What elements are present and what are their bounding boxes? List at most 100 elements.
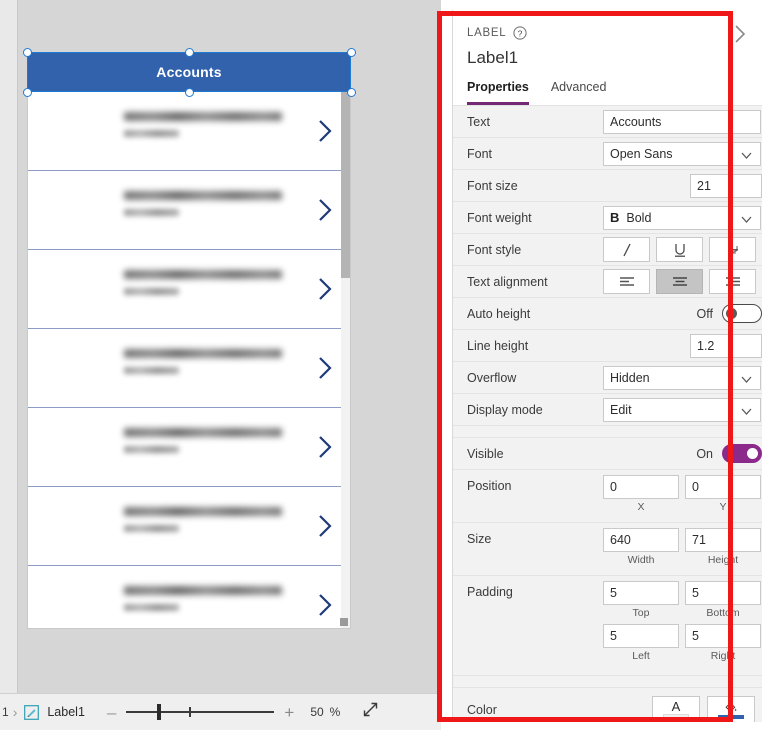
app-canvas-area[interactable]: Accounts: [0, 0, 452, 693]
position-x-input[interactable]: 0: [603, 475, 679, 499]
line-height-input[interactable]: 1.2: [690, 333, 762, 358]
padding-top-input[interactable]: 5: [603, 581, 679, 605]
chevron-right-icon[interactable]: [317, 276, 334, 302]
property-row-size: Size 640 Width 71 Height: [453, 523, 762, 576]
app-header-label[interactable]: Accounts: [28, 53, 350, 91]
chevron-right-icon[interactable]: [317, 197, 334, 223]
property-label-overflow: Overflow: [467, 370, 517, 385]
paint-bucket-glyph: [725, 701, 737, 712]
list-item-text: [124, 270, 282, 295]
list-item[interactable]: [28, 171, 350, 250]
list-item[interactable]: [28, 408, 350, 487]
list-item-title: [124, 586, 282, 595]
list-item-title: [124, 191, 282, 200]
overflow-dropdown[interactable]: Hidden: [603, 365, 761, 390]
property-row-overflow: Overflow Hidden: [453, 362, 762, 394]
size-width-input[interactable]: 640: [603, 528, 679, 552]
list-item[interactable]: [28, 566, 350, 628]
padding-left-input[interactable]: 5: [603, 624, 679, 648]
display-mode-dropdown[interactable]: Edit: [603, 397, 761, 422]
fit-to-screen-icon[interactable]: [362, 701, 379, 723]
resize-handle-bottom-center[interactable]: [185, 88, 194, 97]
list-item-title: [124, 112, 282, 121]
toggle-knob: [747, 448, 758, 459]
font-size-input[interactable]: 21: [690, 173, 762, 198]
zoom-level-value: 50: [310, 705, 324, 719]
size-height-input[interactable]: 71: [685, 528, 761, 552]
zoom-in-button[interactable]: +: [284, 704, 294, 721]
property-label-font-weight: Font weight: [467, 210, 532, 225]
fill-color-icon[interactable]: [707, 696, 755, 722]
text-input[interactable]: Accounts: [603, 109, 761, 134]
tab-properties[interactable]: Properties: [467, 80, 529, 105]
panel-object-name: Label1: [467, 48, 519, 67]
italic-icon[interactable]: [603, 237, 650, 262]
resize-handle-top-center[interactable]: [185, 48, 194, 57]
property-row-font: Font Open Sans: [453, 138, 762, 170]
property-label-visible: Visible: [467, 446, 504, 461]
resize-handle-bottom-right[interactable]: [347, 88, 356, 97]
chevron-right-icon[interactable]: [317, 434, 334, 460]
zoom-out-button[interactable]: –: [107, 704, 116, 721]
property-row-font-size: Font size 21: [453, 170, 762, 202]
help-icon[interactable]: ?: [513, 26, 527, 40]
list-item-subtitle: [124, 367, 179, 374]
tab-advanced[interactable]: Advanced: [551, 80, 607, 105]
chevron-right-icon[interactable]: [317, 513, 334, 539]
gallery-scrollbar-thumb[interactable]: [341, 92, 350, 278]
breadcrumb-current[interactable]: Label1: [47, 705, 85, 719]
zoom-slider-tick: [189, 707, 192, 717]
app-header-title: Accounts: [156, 64, 222, 80]
canvas-resize-corner[interactable]: [340, 618, 348, 626]
resize-handle-bottom-left[interactable]: [23, 88, 32, 97]
font-dropdown[interactable]: Open Sans: [603, 141, 761, 166]
overflow-value: Hidden: [610, 370, 650, 385]
zoom-slider-thumb[interactable]: [157, 704, 162, 720]
canvas-left-gutter: [0, 0, 18, 693]
toggle-knob: [726, 308, 737, 319]
list-item[interactable]: [28, 487, 350, 566]
zoom-slider[interactable]: [126, 702, 275, 722]
gallery-scrollbar[interactable]: [341, 92, 350, 628]
svg-text:?: ?: [518, 28, 523, 38]
resize-handle-top-right[interactable]: [347, 48, 356, 57]
font-color-icon[interactable]: A: [652, 696, 700, 722]
align-right-icon[interactable]: [709, 269, 756, 294]
padding-top-sublabel: Top: [632, 607, 650, 619]
panel-collapse-button[interactable]: [730, 22, 750, 51]
list-item-text: [124, 586, 282, 611]
list-item[interactable]: [28, 92, 350, 171]
strikethrough-icon[interactable]: [709, 237, 756, 262]
padding-bottom-input[interactable]: 5: [685, 581, 761, 605]
position-y-sublabel: Y: [719, 501, 727, 513]
list-item-title: [124, 428, 282, 437]
property-label-text-alignment: Text alignment: [467, 274, 548, 289]
align-left-icon[interactable]: [603, 269, 650, 294]
list-item[interactable]: [28, 329, 350, 408]
visible-toggle[interactable]: [722, 444, 762, 463]
list-item-subtitle: [124, 130, 179, 137]
position-y-input[interactable]: 0: [685, 475, 761, 499]
list-item-text: [124, 507, 282, 532]
properties-panel[interactable]: LABEL ? Label1 Properties Advanced Text …: [452, 10, 762, 722]
label-control-icon: [23, 704, 40, 721]
breadcrumb-parent[interactable]: 1: [2, 705, 9, 719]
resize-handle-top-left[interactable]: [23, 48, 32, 57]
property-label-display-mode: Display mode: [467, 402, 543, 417]
font-weight-dropdown[interactable]: B Bold: [603, 205, 761, 230]
chevron-right-icon[interactable]: [317, 118, 334, 144]
align-center-icon[interactable]: [656, 269, 703, 294]
chevron-right-icon[interactable]: [317, 355, 334, 381]
underline-icon[interactable]: [656, 237, 703, 262]
auto-height-toggle[interactable]: [722, 304, 762, 323]
page-bottom-strip: [0, 730, 776, 742]
phone-app-canvas[interactable]: Accounts: [28, 53, 350, 628]
list-item[interactable]: [28, 250, 350, 329]
list-item-text: [124, 112, 282, 137]
chevron-right-icon[interactable]: [317, 592, 334, 618]
property-row-text: Text Accounts: [453, 106, 762, 138]
padding-right-input[interactable]: 5: [685, 624, 761, 648]
accounts-gallery[interactable]: [28, 92, 350, 628]
property-row-padding: Padding 5 Top 5 Bottom 5 Left 5 Right: [453, 576, 762, 676]
canvas-bottom-toolbar[interactable]: 1 › Label1 – + 50 %: [0, 693, 452, 730]
